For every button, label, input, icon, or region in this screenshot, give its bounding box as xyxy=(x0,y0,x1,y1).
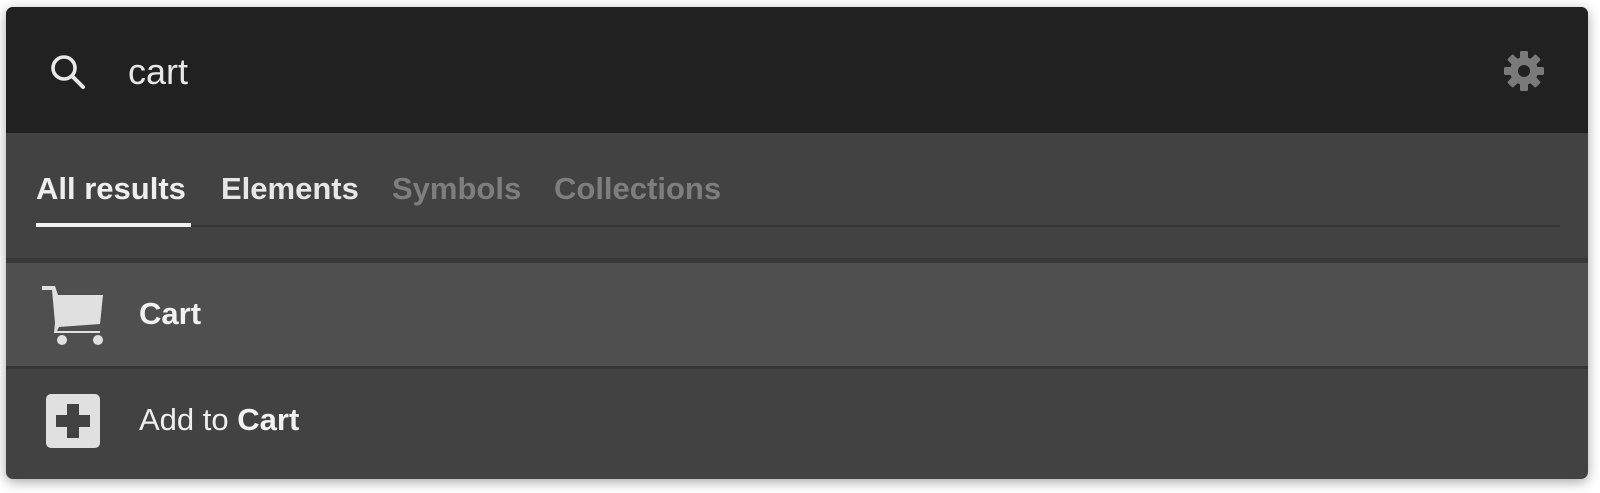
active-tab-indicator xyxy=(36,223,191,227)
result-item-cart[interactable]: Cart xyxy=(6,263,1588,366)
search-panel: All results Elements Symbols Collections… xyxy=(6,7,1588,479)
filter-tabs: All results Elements Symbols Collections xyxy=(6,133,1588,263)
result-label: Cart xyxy=(139,296,201,332)
search-bar xyxy=(6,7,1588,133)
gear-icon[interactable] xyxy=(1503,50,1545,92)
search-input[interactable] xyxy=(128,47,1428,97)
shopping-cart-icon xyxy=(42,286,103,345)
result-label-text: Add to xyxy=(139,402,238,437)
tabs-divider xyxy=(36,225,1560,227)
result-label-match: Cart xyxy=(237,402,300,437)
search-icon xyxy=(51,55,85,89)
result-item-add-to-cart[interactable]: Add to Cart xyxy=(6,369,1588,472)
tab-collections[interactable]: Collections xyxy=(554,171,721,221)
result-label: Add to Cart xyxy=(139,402,299,438)
tab-elements[interactable]: Elements xyxy=(221,171,359,221)
plus-square-icon xyxy=(46,394,100,448)
tab-all-results[interactable]: All results xyxy=(36,171,186,221)
result-label-match: Cart xyxy=(139,296,202,331)
tab-symbols[interactable]: Symbols xyxy=(392,171,521,221)
